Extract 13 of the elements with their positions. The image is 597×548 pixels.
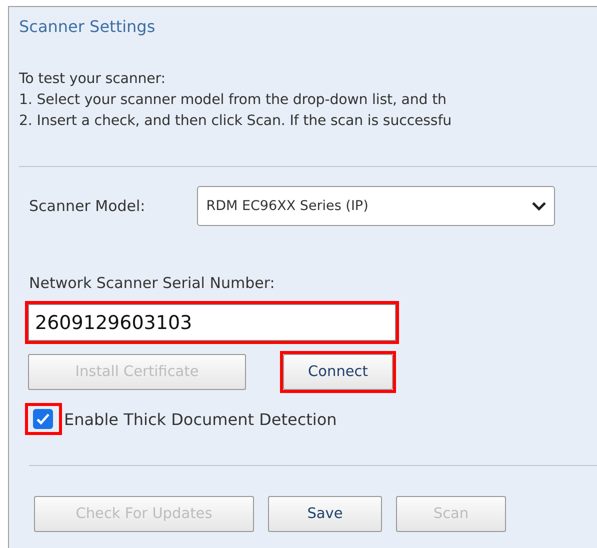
- checkbox-label: Enable Thick Document Detection: [64, 410, 337, 428]
- connect-button[interactable]: Connect: [283, 354, 393, 390]
- serial-number-field[interactable]: 2609129603103: [28, 304, 396, 341]
- scanner-model-select[interactable]: RDM EC96XX Series (IP): [197, 186, 556, 226]
- instruction-text: To test your scanner:: [19, 70, 166, 89]
- field-label: Network Scanner Serial Number:: [29, 274, 275, 292]
- chevron-down-icon: [532, 202, 546, 210]
- instruction-text: 1. Select your scanner model from the drop-down list, and th: [19, 91, 448, 110]
- instruction-text: 2. Insert a check, and then click Scan. If the scan is successfu: [19, 112, 453, 131]
- field-label: Scanner Model:: [29, 197, 146, 215]
- footer-button[interactable]: Save: [268, 496, 382, 532]
- panel-title: Scanner Settings: [19, 17, 156, 38]
- checkbox[interactable]: [33, 409, 53, 429]
